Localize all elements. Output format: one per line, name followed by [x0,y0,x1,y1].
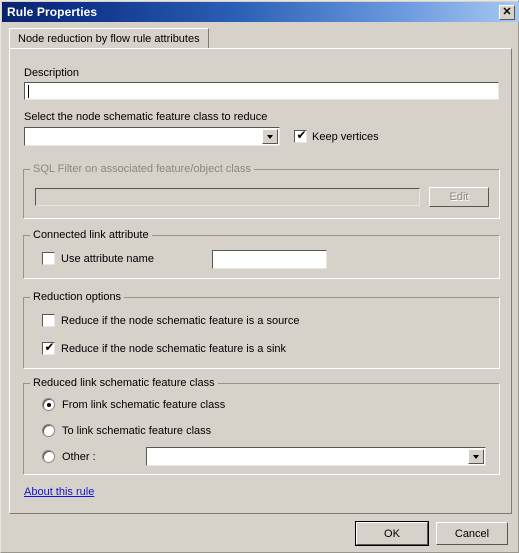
connected-link-attribute-group-label: Connected link attribute [30,229,152,241]
check-icon: ✔ [44,340,55,354]
tab-node-reduction-by-flow-rule-attributes[interactable]: Node reduction by flow rule attributes [9,28,209,49]
description-label: Description [24,67,80,79]
keep-vertices-checkbox[interactable]: ✔ [294,128,307,143]
reduce-if-sink-checkbox[interactable]: ✔ [42,340,55,355]
use-attribute-name-checkbox[interactable] [42,252,55,265]
close-button[interactable]: ✕ [499,4,515,20]
rule-properties-dialog: Rule Properties ✕ Node reduction by flow… [0,0,519,553]
radio-dot-icon [46,402,51,407]
radio-to-link-class-label: To link schematic feature class [62,425,212,437]
title-bar: Rule Properties ✕ [2,2,519,22]
node-feature-class-label: Select the node schematic feature class … [24,111,268,123]
radio-to-link-class[interactable] [42,424,55,437]
sql-filter-input [35,188,420,206]
attribute-name-input[interactable] [212,250,327,269]
check-icon: ✔ [296,128,307,142]
reduced-link-class-group: Reduced link schematic feature class Fro… [23,377,500,475]
sql-filter-group-label: SQL Filter on associated feature/object … [30,163,254,175]
node-feature-class-combo[interactable] [24,127,280,146]
radio-from-link-class-label: From link schematic feature class [62,399,226,411]
reduction-options-group-label: Reduction options [30,291,125,303]
reduce-if-source-checkbox[interactable] [42,314,55,327]
text-caret [28,85,29,98]
connected-link-attribute-group: Connected link attribute Use attribute n… [23,229,500,279]
chevron-down-icon[interactable] [262,129,278,144]
reduced-link-class-group-label: Reduced link schematic feature class [30,377,218,389]
about-this-rule-link[interactable]: About this rule [24,486,94,498]
radio-other[interactable] [42,450,55,463]
ok-button[interactable]: OK [355,521,429,546]
cancel-button[interactable]: Cancel [436,522,508,545]
keep-vertices-label: Keep vertices [312,131,379,143]
close-icon: ✕ [502,5,512,18]
chevron-down-icon[interactable] [468,449,484,464]
reduce-if-sink-label: Reduce if the node schematic feature is … [61,343,287,355]
other-link-class-combo[interactable] [146,447,486,466]
use-attribute-name-label: Use attribute name [61,253,154,265]
description-input[interactable] [24,82,499,100]
radio-from-link-class[interactable] [42,398,55,411]
radio-other-label: Other : [62,451,96,463]
sql-filter-edit-button: Edit [429,187,489,207]
sql-filter-group: SQL Filter on associated feature/object … [23,163,500,219]
window-title: Rule Properties [7,5,98,19]
dialog-footer: OK Cancel [2,519,519,553]
reduce-if-source-label: Reduce if the node schematic feature is … [61,315,300,327]
tab-panel: Description Select the node schematic fe… [9,48,512,514]
tab-strip: Node reduction by flow rule attributes [9,28,512,50]
reduction-options-group: Reduction options Reduce if the node sch… [23,291,500,369]
